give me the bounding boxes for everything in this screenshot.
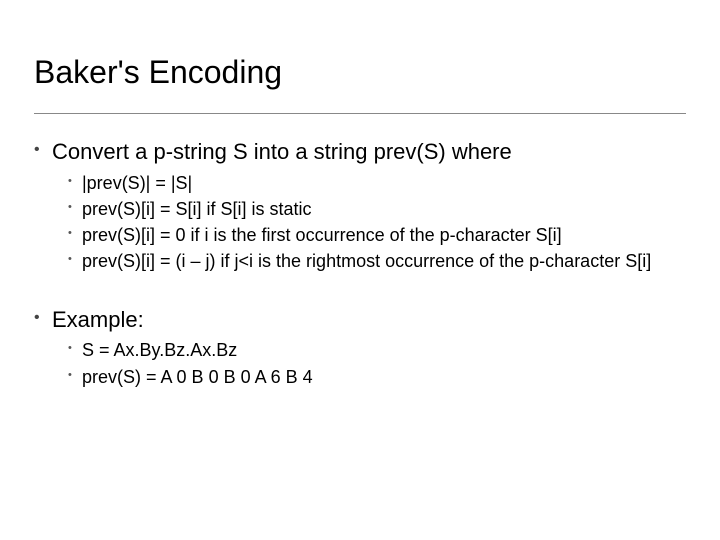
sub-item-text: S = Ax.By.Bz.Ax.Bz [82,340,237,360]
list-item: Example: S = Ax.By.Bz.Ax.Bz prev(S) = A … [34,306,686,389]
slide-title: Baker's Encoding [34,54,686,91]
body-list: Convert a p-string S into a string prev(… [34,138,686,274]
sub-list-item: S = Ax.By.Bz.Ax.Bz [68,338,686,362]
sub-list-item: prev(S)[i] = S[i] if S[i] is static [68,197,686,221]
sub-item-text: prev(S) = A 0 B 0 B 0 A 6 B 4 [82,367,313,387]
sub-list-item: prev(S)[i] = 0 if i is the first occurre… [68,223,686,247]
sub-list-item: prev(S)[i] = (i – j) if j<i is the right… [68,249,686,273]
sub-item-text: prev(S)[i] = (i – j) if j<i is the right… [82,251,651,271]
sub-item-text: prev(S)[i] = S[i] if S[i] is static [82,199,312,219]
list-item: Convert a p-string S into a string prev(… [34,138,686,274]
sub-list: S = Ax.By.Bz.Ax.Bz prev(S) = A 0 B 0 B 0… [68,338,686,389]
list-item-text: Convert a p-string S into a string prev(… [52,139,512,164]
list-item-text: Example: [52,307,144,332]
sub-list: |prev(S)| = |S| prev(S)[i] = S[i] if S[i… [68,171,686,274]
sub-item-text: prev(S)[i] = 0 if i is the first occurre… [82,225,562,245]
title-divider [34,113,686,114]
spacer [34,280,686,306]
sub-item-text: |prev(S)| = |S| [82,173,192,193]
slide: Baker's Encoding Convert a p-string S in… [0,0,720,540]
sub-list-item: |prev(S)| = |S| [68,171,686,195]
body-list: Example: S = Ax.By.Bz.Ax.Bz prev(S) = A … [34,306,686,389]
sub-list-item: prev(S) = A 0 B 0 B 0 A 6 B 4 [68,365,686,389]
